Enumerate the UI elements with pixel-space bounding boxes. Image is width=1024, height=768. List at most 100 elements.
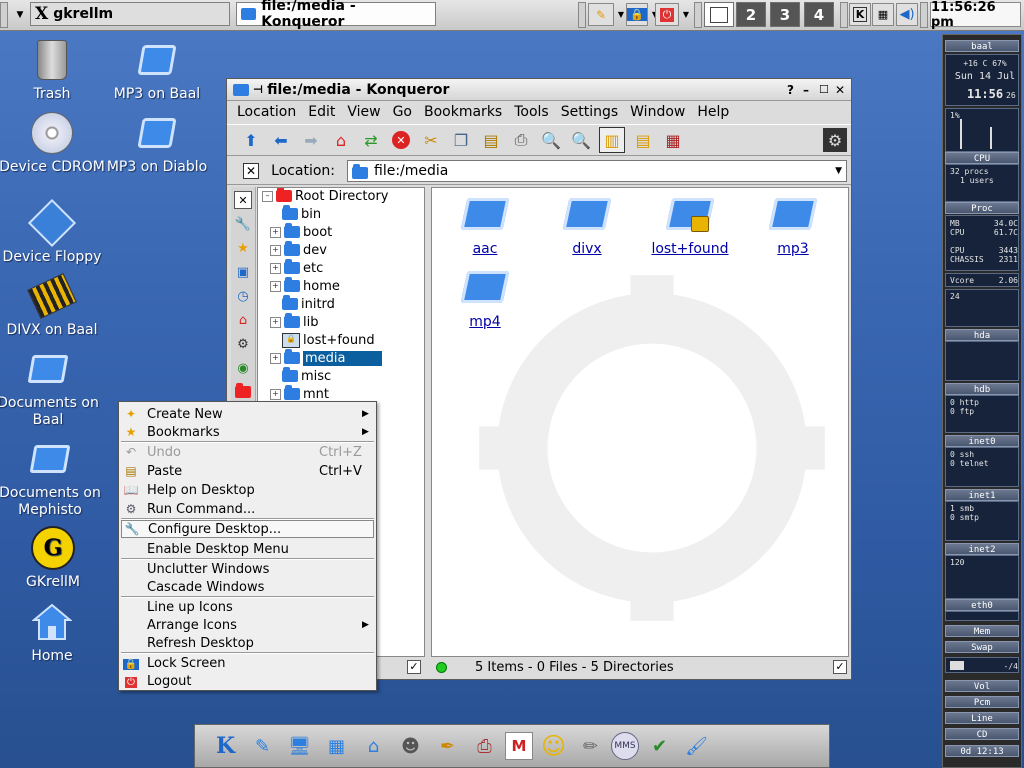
menu-window[interactable]: Window — [624, 104, 691, 120]
smiley-icon[interactable]: ☺ — [537, 730, 570, 763]
taskbar-handle[interactable] — [694, 2, 702, 28]
menu-item-line-up-icons[interactable]: Line up Icons — [121, 598, 374, 616]
gimp-icon[interactable]: ☻ — [394, 730, 427, 763]
detail-view-icon[interactable]: ▤ — [631, 128, 655, 152]
panel-toggle-icon[interactable]: ✓ — [407, 660, 421, 674]
desktop-icon-trash[interactable]: Trash — [0, 38, 107, 103]
pencil-icon[interactable]: ✏ — [574, 730, 607, 763]
menu-item-help-desktop[interactable]: 📖 Help on Desktop — [121, 481, 374, 499]
desktop-icon-divx[interactable]: DIVX on Baal — [0, 273, 107, 339]
chart-icon[interactable]: ✔ — [643, 730, 676, 763]
menu-item-enable-desktop-menu[interactable]: Enable Desktop Menu — [121, 540, 374, 558]
menu-item-bookmarks[interactable]: ★ Bookmarks ▶ — [121, 423, 374, 441]
icon-view-icon[interactable]: ▥ — [599, 127, 625, 153]
configure-icon[interactable]: 🔧 — [232, 213, 254, 235]
gk-pcm-slider[interactable]: Pcm — [945, 696, 1019, 708]
calendar-icon[interactable]: ▦ — [872, 3, 894, 26]
copy-icon[interactable]: ❐ — [449, 128, 473, 152]
gk-vol-slider[interactable]: Vol — [945, 680, 1019, 692]
tree-item[interactable]: bin — [282, 205, 321, 223]
desktop-icon-cdrom[interactable]: Device CDROM — [0, 111, 107, 176]
desktop-icon-mp3-baal[interactable]: MP3 on Baal — [102, 38, 212, 103]
expand-icon[interactable]: + — [270, 244, 281, 256]
link-view-icon[interactable]: ✓ — [833, 660, 847, 674]
zoom-out-icon[interactable]: 🔍 — [569, 128, 593, 152]
quicklaunch-kde-icon[interactable]: ✎ — [588, 3, 614, 26]
desktop-icon-home[interactable]: Home — [0, 600, 107, 665]
folder-item[interactable]: divx — [542, 194, 632, 257]
mms-icon[interactable]: MMS — [611, 732, 639, 760]
up-icon[interactable]: ⬆ — [239, 128, 263, 152]
window-titlebar[interactable]: ⊣ file:/media - Konqueror ? – ☐ ✕ — [227, 79, 851, 101]
menu-item-lock-screen[interactable]: 🔒 Lock Screen — [121, 654, 374, 672]
tree-item[interactable]: + lib — [270, 313, 318, 331]
network-icon[interactable]: ⚙ — [232, 333, 254, 355]
home-icon[interactable]: ⌂ — [329, 128, 353, 152]
menu-tools[interactable]: Tools — [508, 104, 555, 120]
task-gkrellm[interactable]: X gkrellm — [30, 2, 230, 26]
gk-mail-panel[interactable]: -/4 — [945, 657, 1019, 673]
menu-item-unclutter-windows[interactable]: Unclutter Windows — [121, 560, 374, 578]
home-folder-icon[interactable]: ⌂ — [232, 309, 254, 331]
expand-icon[interactable]: + — [270, 388, 281, 400]
dropdown-icon[interactable]: ▼ — [616, 3, 626, 26]
location-input[interactable]: file:/media ▼ — [347, 160, 847, 182]
tree-item[interactable]: 🔒 lost+found — [282, 331, 375, 349]
menu-item-cascade-windows[interactable]: Cascade Windows — [121, 578, 374, 596]
expand-icon[interactable]: + — [270, 226, 281, 238]
print-icon[interactable]: ⎙ — [509, 128, 533, 152]
gk-eth0-label[interactable]: eth0 — [945, 599, 1019, 611]
lock-screen-icon[interactable]: 🔒 — [626, 3, 648, 26]
menu-item-configure-desktop[interactable]: 🔧 Configure Desktop... — [121, 520, 374, 538]
folder-item[interactable]: lost+found — [645, 194, 735, 257]
menu-item-refresh-desktop[interactable]: Refresh Desktop — [121, 634, 374, 652]
desktop-4-button[interactable]: 4 — [804, 2, 834, 27]
tree-item[interactable]: initrd — [282, 295, 335, 313]
taskbar-handle[interactable] — [840, 2, 848, 28]
menu-edit[interactable]: Edit — [302, 104, 341, 120]
taskbar-handle[interactable] — [0, 2, 8, 28]
tree-item[interactable]: + dev — [270, 241, 327, 259]
bookmarks-star-icon[interactable]: ★ — [232, 237, 254, 259]
logout-icon[interactable]: ⏻ — [655, 3, 679, 26]
taskbar-menu-arrow-icon[interactable]: ▼ — [12, 3, 28, 26]
help-icon[interactable]: ? — [787, 83, 794, 97]
desktop-icon-mp3-diablo[interactable]: MP3 on Diablo — [102, 111, 212, 176]
back-icon[interactable]: ⬅ — [269, 128, 293, 152]
printer-icon[interactable]: ⎙ — [468, 730, 501, 763]
menu-help[interactable]: Help — [691, 104, 735, 120]
task-konqueror[interactable]: file:/media - Konqueror — [236, 0, 436, 30]
desktop-icon-floppy[interactable]: Device Floppy — [0, 198, 107, 266]
collapse-icon[interactable]: – — [262, 190, 273, 202]
kde-menu-icon[interactable]: K — [209, 730, 242, 763]
menu-location[interactable]: Location — [227, 104, 302, 120]
reload-icon[interactable]: ⇄ — [359, 128, 383, 152]
tree-item[interactable]: + home — [270, 277, 340, 295]
office-icon[interactable]: ▦ — [320, 730, 353, 763]
tree-item-selected[interactable]: + media — [270, 349, 382, 367]
devices-icon[interactable]: ▣ — [232, 261, 254, 283]
taskbar-handle[interactable] — [578, 2, 586, 28]
pin-icon[interactable]: ⊣ — [253, 83, 263, 96]
menu-go[interactable]: Go — [387, 104, 418, 120]
cut-icon[interactable]: ✂ — [419, 128, 443, 152]
expand-icon[interactable]: + — [270, 352, 281, 364]
pen-icon[interactable]: ✒ — [431, 730, 464, 763]
edit-icon[interactable]: ✎ — [246, 730, 279, 763]
minimize-icon[interactable]: – — [803, 83, 809, 97]
paste-icon[interactable]: ▤ — [479, 128, 503, 152]
services-icon[interactable]: ◉ — [232, 357, 254, 379]
taskbar-handle[interactable] — [920, 2, 928, 28]
chevron-down-icon[interactable]: ▼ — [835, 166, 842, 176]
menu-view[interactable]: View — [341, 104, 386, 120]
dropdown-icon[interactable]: ▼ — [681, 3, 691, 26]
folder-item[interactable]: mp4 — [440, 267, 530, 330]
close-icon[interactable]: ✕ — [835, 83, 845, 97]
menu-item-arrange-icons[interactable]: Arrange Icons ▶ — [121, 616, 374, 634]
tree-root[interactable]: – Root Directory — [262, 188, 389, 205]
expand-icon[interactable]: + — [270, 316, 281, 328]
menu-settings[interactable]: Settings — [555, 104, 624, 120]
tree-item[interactable]: + boot — [270, 223, 332, 241]
menu-bookmarks[interactable]: Bookmarks — [418, 104, 508, 120]
desktop-icon-docs-mephisto[interactable]: Documents on Mephisto — [0, 437, 105, 519]
